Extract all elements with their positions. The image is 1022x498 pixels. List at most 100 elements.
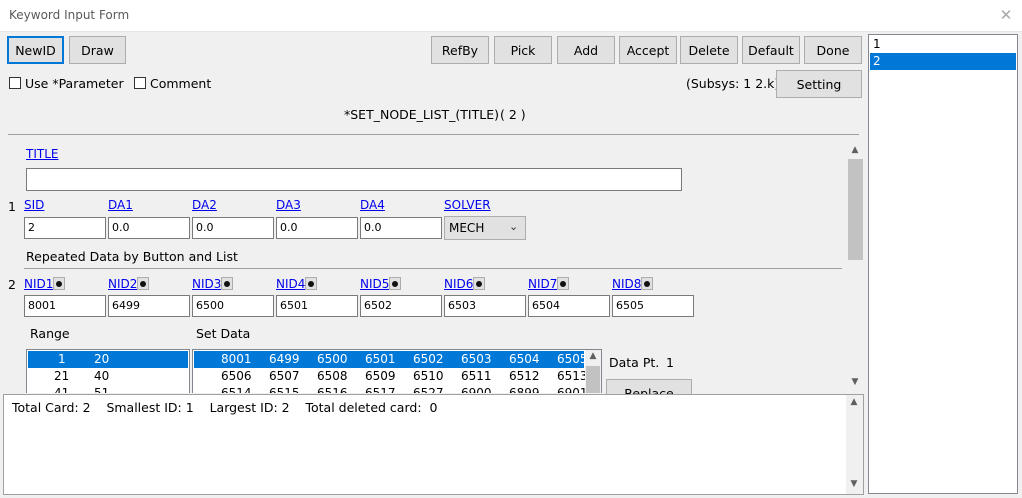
id-list[interactable]: 1 2 (868, 34, 1018, 494)
nid5-input[interactable]: 6502 (360, 295, 442, 317)
table-row[interactable]: 8001 6499 6500 6501 6502 6503 6504 6505 (194, 351, 588, 368)
nid8-input[interactable]: 6505 (612, 295, 694, 317)
nid2-pick-button[interactable] (137, 277, 149, 290)
list-item[interactable]: 41 51 (28, 385, 188, 393)
set-data-cell: 6901 (557, 386, 588, 393)
range-list[interactable]: 1 20 21 40 41 51 (26, 349, 190, 393)
draw-button[interactable]: Draw (69, 36, 126, 64)
range-to: 51 (94, 386, 110, 393)
close-icon[interactable]: ✕ (996, 5, 1016, 25)
nid4-input[interactable]: 6501 (276, 295, 358, 317)
repeated-data-label: Repeated Data by Button and List (26, 249, 238, 264)
nid6-link[interactable]: NID6 (444, 277, 473, 291)
set-data-cell: 6514 (221, 386, 252, 393)
da1-link[interactable]: DA1 (108, 198, 133, 212)
sid-input[interactable]: 2 (24, 217, 106, 239)
da4-link[interactable]: DA4 (360, 198, 385, 212)
set-data-cell: 6527 (413, 386, 444, 393)
scroll-down-icon[interactable]: ▼ (846, 479, 862, 489)
set-data-list[interactable]: 8001 6499 6500 6501 6502 6503 6504 6505 6506 6507… (192, 349, 602, 393)
repeated-divider (24, 268, 842, 269)
default-button[interactable]: Default (742, 36, 800, 64)
solver-link[interactable]: SOLVER (444, 198, 491, 212)
list-item[interactable]: 1 (870, 36, 1016, 53)
set-data-cell: 8001 (221, 352, 252, 366)
nid8-pick-button[interactable] (641, 277, 653, 290)
refby-button[interactable]: RefBy (431, 36, 489, 64)
newid-button[interactable]: NewID (7, 36, 64, 64)
scroll-down-icon[interactable]: ▼ (847, 377, 863, 387)
delete-button[interactable]: Delete (680, 36, 738, 64)
table-row[interactable]: 6514 6515 6516 6517 6527 6900 6899 6901 (194, 385, 588, 393)
da1-input[interactable]: 0.0 (108, 217, 190, 239)
status-panel: Total Card: 2 Smallest ID: 1 Largest ID:… (3, 394, 864, 495)
nid7-pick-button[interactable] (557, 277, 569, 290)
pick-button[interactable]: Pick (494, 36, 552, 64)
nid7-input[interactable]: 6504 (528, 295, 610, 317)
nid7-link[interactable]: NID7 (528, 277, 557, 291)
chevron-down-icon: ⌄ (509, 220, 519, 233)
da2-input[interactable]: 0.0 (192, 217, 274, 239)
scroll-thumb[interactable] (586, 366, 600, 393)
comment-label: Comment (150, 76, 212, 91)
set-data-scrollbar[interactable]: ▲ (585, 350, 601, 393)
title-input[interactable] (26, 168, 682, 191)
set-data-cell: 6504 (509, 352, 540, 366)
use-parameter-checkbox[interactable] (9, 77, 21, 89)
set-data-label: Set Data (196, 326, 251, 341)
use-parameter-label: Use *Parameter (25, 76, 124, 91)
comment-checkbox[interactable] (134, 77, 146, 89)
nid2-link[interactable]: NID2 (108, 277, 137, 291)
nid1-pick-button[interactable] (53, 277, 65, 290)
scroll-up-icon[interactable]: ▲ (585, 351, 601, 361)
nid5-link[interactable]: NID5 (360, 277, 389, 291)
solver-value: MECH (449, 221, 485, 235)
status-scrollbar[interactable]: ▲ ▼ (846, 395, 863, 494)
nid3-link[interactable]: NID3 (192, 277, 221, 291)
nid3-pick-button[interactable] (221, 277, 233, 290)
solver-select[interactable]: MECH ⌄ (444, 216, 526, 240)
set-data-cell: 6509 (365, 369, 396, 383)
da3-link[interactable]: DA3 (276, 198, 301, 212)
range-to: 20 (94, 352, 110, 366)
list-item[interactable]: 21 40 (28, 368, 188, 385)
da2-link[interactable]: DA2 (192, 198, 217, 212)
table-row[interactable]: 6506 6507 6508 6509 6510 6511 6512 6513 (194, 368, 588, 385)
replace-button[interactable]: Replace (606, 379, 692, 394)
done-button[interactable]: Done (804, 36, 862, 64)
list-item[interactable]: 2 (870, 53, 1016, 70)
set-data-cell: 6502 (413, 352, 444, 366)
nid8-link[interactable]: NID8 (612, 277, 641, 291)
keyword-name: *SET_NODE_LIST_(TITLE) (344, 107, 499, 122)
nid2-input[interactable]: 6499 (108, 295, 190, 317)
nid6-input[interactable]: 6503 (444, 295, 526, 317)
set-data-cell: 6508 (317, 369, 348, 383)
nid1-input[interactable]: 8001 (24, 295, 106, 317)
data-pt-value: 1 (666, 355, 674, 370)
set-data-cell: 6505 (557, 352, 588, 366)
add-button[interactable]: Add (557, 36, 615, 64)
sid-link[interactable]: SID (24, 198, 44, 212)
set-data-cell: 6501 (365, 352, 396, 366)
nid4-pick-button[interactable] (305, 277, 317, 290)
list-item[interactable]: 1 20 (28, 351, 188, 368)
status-text: Total Card: 2 Smallest ID: 1 Largest ID:… (12, 400, 438, 415)
set-data-cell: 6513 (557, 369, 588, 383)
setting-button[interactable]: Setting (776, 70, 862, 98)
form-scrollbar[interactable]: ▲ ▼ (847, 143, 864, 393)
scroll-up-icon[interactable]: ▲ (847, 145, 863, 155)
card2-index: 2 (8, 277, 16, 292)
title-link[interactable]: TITLE (26, 147, 58, 161)
accept-button[interactable]: Accept (619, 36, 677, 64)
da3-input[interactable]: 0.0 (276, 217, 358, 239)
nid6-pick-button[interactable] (473, 277, 485, 290)
da4-input[interactable]: 0.0 (360, 217, 442, 239)
title-bar: Keyword Input Form ✕ (0, 0, 1022, 32)
scroll-thumb[interactable] (848, 159, 863, 260)
scroll-up-icon[interactable]: ▲ (846, 397, 862, 407)
nid1-link[interactable]: NID1 (24, 277, 53, 291)
nid3-input[interactable]: 6500 (192, 295, 274, 317)
set-data-cell: 6900 (461, 386, 492, 393)
nid4-link[interactable]: NID4 (276, 277, 305, 291)
nid5-pick-button[interactable] (389, 277, 401, 290)
